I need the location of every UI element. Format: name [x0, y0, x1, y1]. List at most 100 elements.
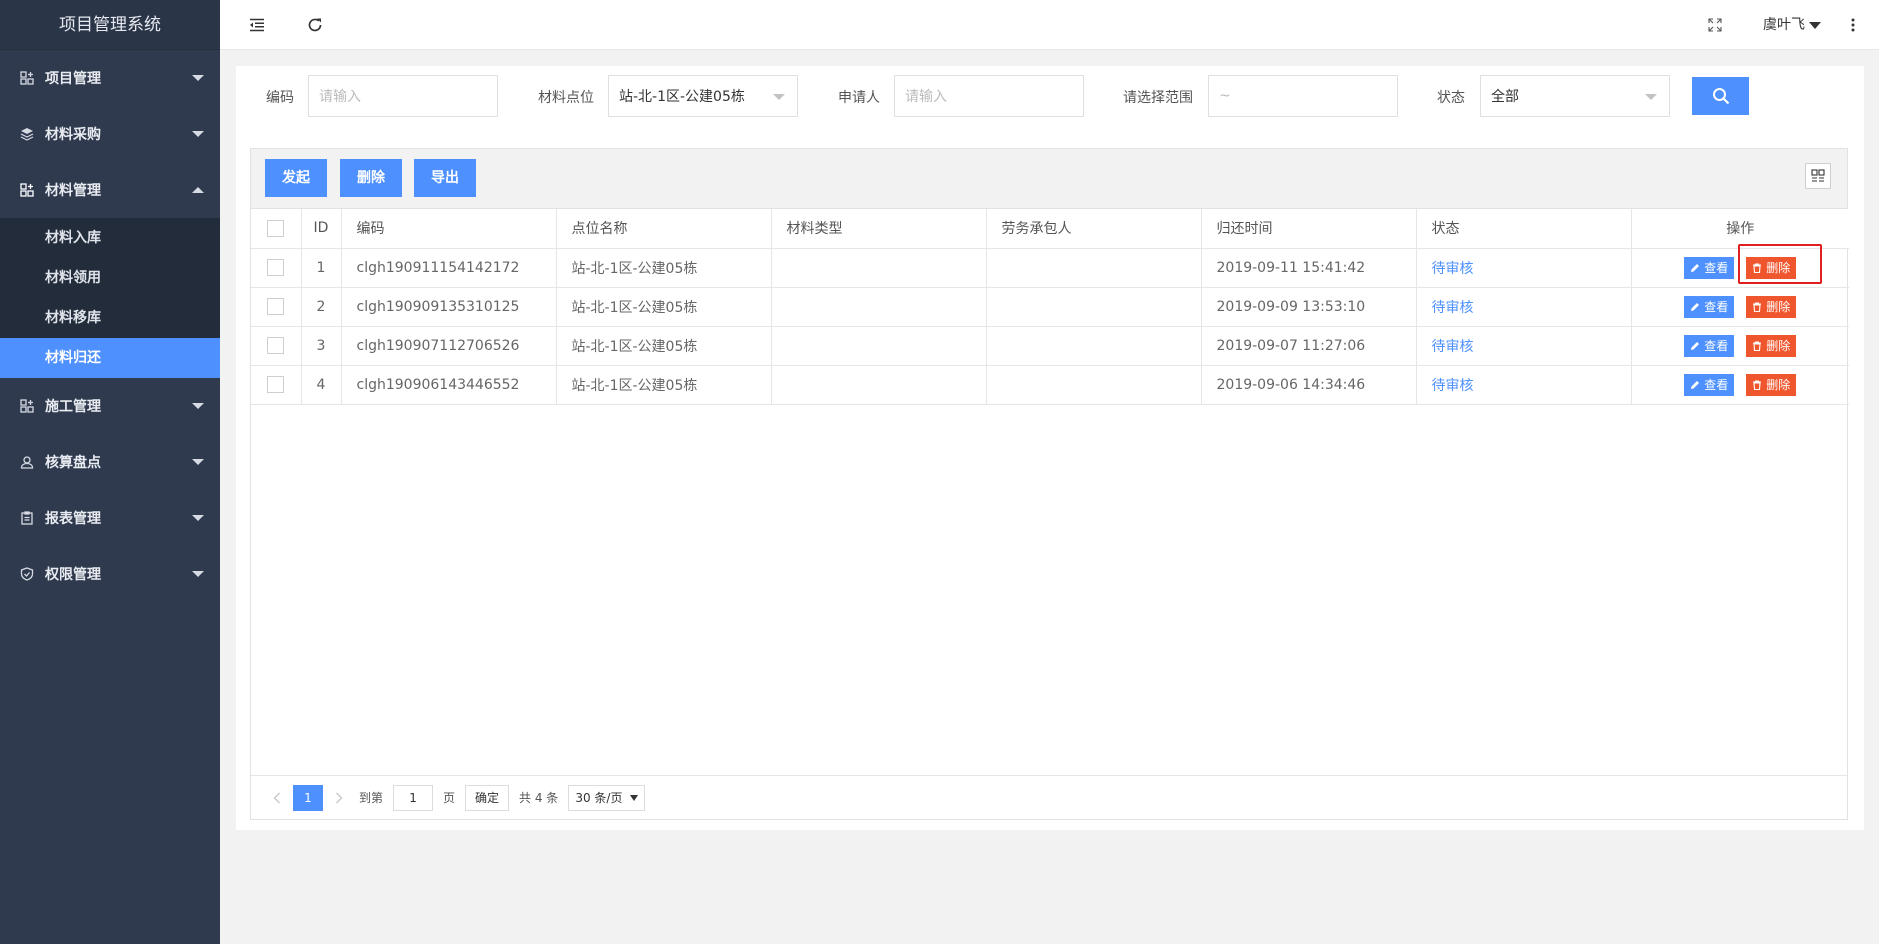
sidebar-item-material-transfer[interactable]: 材料移库 [0, 298, 220, 338]
user-icon [20, 455, 34, 469]
trash-icon [1752, 379, 1762, 390]
collapse-sidebar-button[interactable] [246, 14, 268, 36]
cell-status: 待审核 [1416, 248, 1632, 288]
sidebar-item-material-inbound[interactable]: 材料入库 [0, 218, 220, 258]
cell-id: 4 [301, 365, 342, 405]
cell-id: 3 [301, 326, 342, 366]
row-checkbox[interactable] [267, 376, 285, 393]
code-label: 编码 [266, 90, 294, 106]
chevron-right-icon [336, 792, 343, 803]
view-button[interactable]: 查看 [1684, 256, 1735, 279]
cell-contractor [986, 287, 1202, 327]
view-button[interactable]: 查看 [1684, 334, 1735, 357]
page-size-select[interactable]: 30 条/页 [568, 784, 646, 811]
menu-material-management[interactable]: 材料管理 [0, 162, 220, 218]
table-row: 2 clgh190909135310125 站-北-1区-公建05栋 2019-… [251, 287, 1849, 327]
caret-down-icon [630, 795, 639, 801]
cell-actions: 查看 删除 [1631, 365, 1849, 405]
code-input[interactable]: 请输入 [308, 75, 498, 117]
filter-bar: 编码 请输入 材料点位 站-北-1区-公建05栋 申请人 请输入 请选择范围 ~… [236, 66, 1864, 146]
applicant-input[interactable]: 请输入 [894, 75, 1084, 117]
cell-code: clgh190907112706526 [341, 326, 557, 366]
menu-accounting-inventory[interactable]: 核算盘点 [0, 434, 220, 490]
row-select-cell [251, 287, 302, 327]
menu-permission-management[interactable]: 权限管理 [0, 546, 220, 602]
menu-group-reports: 报表管理 [0, 490, 220, 546]
chevron-down-icon [192, 131, 204, 137]
batch-delete-button[interactable]: 删除 [340, 159, 402, 197]
clipboard-icon [20, 511, 34, 525]
view-button-label: 查看 [1704, 339, 1729, 353]
page-unit-label: 页 [443, 791, 456, 805]
pagination: 1 到第 1 页 确定 共 4 条 30 条/页 [251, 775, 1847, 819]
columns-icon [1811, 169, 1825, 182]
column-header-return-time: 归还时间 [1201, 209, 1417, 249]
next-page-button[interactable] [329, 785, 349, 811]
menu-material-purchase[interactable]: 材料采购 [0, 106, 220, 162]
row-checkbox[interactable] [267, 298, 285, 315]
fullscreen-button[interactable] [1704, 14, 1726, 36]
column-header-status: 状态 [1416, 209, 1632, 249]
cell-return-time: 2019-09-07 11:27:06 [1201, 326, 1417, 366]
grid-plus-icon [20, 71, 34, 85]
total-count: 共 4 条 [519, 791, 559, 805]
cell-code: clgh190911154142172 [341, 248, 557, 288]
more-options-button[interactable] [1842, 14, 1864, 36]
menu-group-project: 项目管理 [0, 50, 220, 106]
delete-button[interactable]: 删除 [1746, 373, 1797, 396]
table-row: 4 clgh190906143446552 站-北-1区-公建05栋 2019-… [251, 365, 1849, 405]
cell-contractor [986, 365, 1202, 405]
row-checkbox[interactable] [267, 337, 285, 354]
delete-button[interactable]: 删除 [1746, 256, 1797, 279]
row-select-cell [251, 326, 302, 366]
location-select[interactable]: 站-北-1区-公建05栋 [608, 75, 798, 117]
status-label: 状态 [1437, 90, 1465, 106]
date-range-input[interactable]: ~ [1208, 75, 1398, 117]
sidebar-item-material-requisition[interactable]: 材料领用 [0, 258, 220, 298]
menu-report-management[interactable]: 报表管理 [0, 490, 220, 546]
sidebar: 项目管理系统 项目管理 材料采购 材料管理 材料入库 材料领用 材料移库 材料归… [0, 0, 220, 944]
delete-button[interactable]: 删除 [1746, 295, 1797, 318]
search-button[interactable] [1692, 77, 1749, 115]
goto-confirm-button[interactable]: 确定 [465, 784, 510, 811]
menu-project-management[interactable]: 项目管理 [0, 50, 220, 106]
initiate-button[interactable]: 发起 [265, 159, 327, 197]
main-content: 编码 请输入 材料点位 站-北-1区-公建05栋 申请人 请输入 请选择范围 ~… [236, 66, 1864, 830]
menu-construction-management[interactable]: 施工管理 [0, 378, 220, 434]
sidebar-item-material-return[interactable]: 材料归还 [0, 338, 220, 378]
cell-location: 站-北-1区-公建05栋 [556, 248, 772, 288]
applicant-label: 申请人 [838, 90, 880, 106]
cell-contractor [986, 326, 1202, 366]
column-settings-button[interactable] [1805, 163, 1831, 189]
view-button-label: 查看 [1704, 300, 1729, 314]
view-button[interactable]: 查看 [1684, 295, 1735, 318]
select-all-checkbox[interactable] [267, 219, 285, 237]
trash-icon [1752, 340, 1762, 351]
goto-page-input[interactable]: 1 [393, 784, 434, 811]
cell-actions: 查看 删除 [1631, 248, 1849, 288]
export-button[interactable]: 导出 [414, 159, 476, 197]
refresh-button[interactable] [304, 14, 326, 36]
layers-icon [20, 127, 34, 141]
view-button[interactable]: 查看 [1684, 373, 1735, 396]
column-header-id: ID [301, 209, 342, 249]
trash-icon [1752, 301, 1762, 312]
cell-actions: 查看 删除 [1631, 287, 1849, 327]
pencil-icon [1690, 380, 1700, 390]
cell-material-type [771, 248, 987, 288]
status-select[interactable]: 全部 [1480, 75, 1670, 117]
row-select-cell [251, 365, 302, 405]
menu-label: 权限管理 [45, 567, 101, 583]
page-number[interactable]: 1 [293, 784, 323, 811]
cell-status: 待审核 [1416, 326, 1632, 366]
row-checkbox[interactable] [267, 259, 285, 276]
cell-material-type [771, 365, 987, 405]
user-name: 虞叶飞 [1763, 17, 1805, 33]
user-menu[interactable]: 虞叶飞 [1763, 0, 1821, 50]
view-button-label: 查看 [1704, 378, 1729, 392]
delete-button[interactable]: 删除 [1746, 334, 1797, 357]
table-header-row: ID 编码 点位名称 材料类型 劳务承包人 归还时间 状态 操作 [251, 209, 1849, 249]
column-header-material-type: 材料类型 [771, 209, 987, 249]
grid-plus-icon [20, 399, 34, 413]
prev-page-button[interactable] [267, 785, 287, 811]
